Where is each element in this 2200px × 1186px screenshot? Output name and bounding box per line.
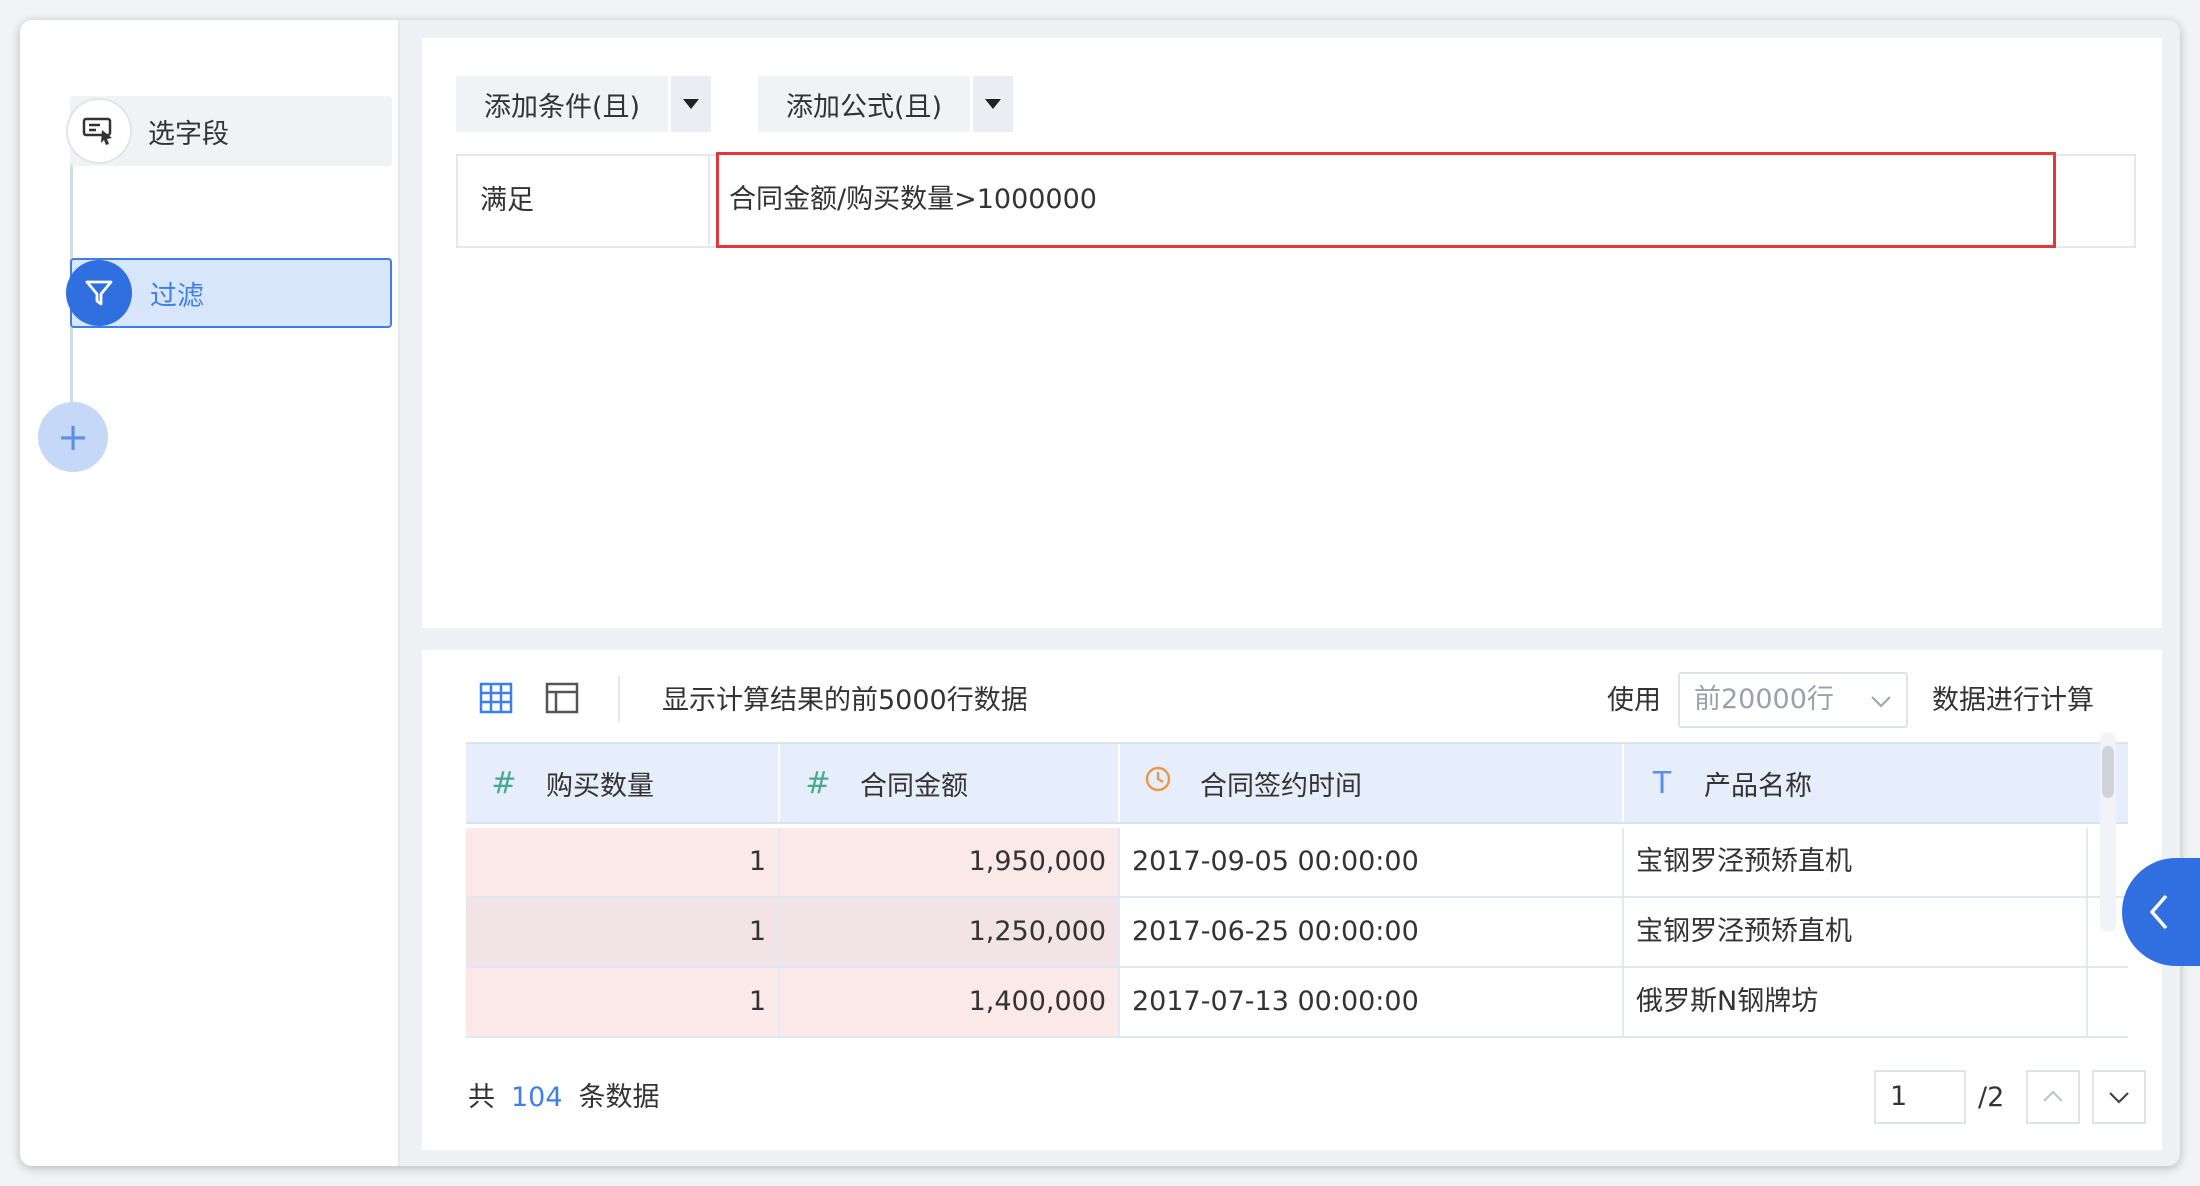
total-count: 104 — [511, 1082, 563, 1113]
cell-qty: 1 — [466, 968, 780, 1036]
cell-sign-time: 2017-07-13 00:00:00 — [1120, 968, 1624, 1036]
scroll-thumb[interactable] — [2102, 746, 2114, 798]
cell-amount: 1,250,000 — [780, 898, 1120, 966]
add-condition-button[interactable]: 添加条件(且) — [456, 76, 669, 132]
page-number-input[interactable]: 1 — [1874, 1070, 1966, 1124]
table-view-icon[interactable] — [478, 680, 518, 720]
column-header-amount[interactable]: # 合同金额 — [780, 744, 1120, 822]
add-formula-group: 添加公式(且) — [758, 76, 1014, 132]
formula-text: 合同金额/购买数量>1000000 — [729, 184, 1097, 215]
column-label: 合同签约时间 — [1200, 770, 1362, 802]
next-page-button[interactable] — [2092, 1070, 2146, 1124]
column-label: 购买数量 — [546, 770, 654, 802]
chevron-down-icon — [1871, 696, 1891, 708]
cell-sign-time: 2017-06-25 00:00:00 — [1120, 898, 1624, 966]
cell-product: 俄罗斯N钢牌坊 — [1624, 968, 2088, 1036]
table-row[interactable]: 1 1,250,000 2017-06-25 00:00:00 宝钢罗泾预矫直机 — [466, 898, 2128, 968]
toolbar-divider — [618, 676, 620, 722]
panel-view-icon[interactable] — [544, 680, 584, 720]
cell-qty: 1 — [466, 828, 780, 896]
add-condition-group: 添加条件(且) — [456, 76, 712, 132]
condition-row: 满足 合同金额/购买数量>1000000 — [456, 152, 2136, 248]
column-header-qty[interactable]: # 购买数量 — [466, 744, 780, 822]
table-scrollbar[interactable] — [2100, 732, 2116, 932]
app-window: 选字段 过滤 + 添加条件(且) 添加公式(且) 满足 合同金额/购买数量>10… — [20, 20, 2180, 1166]
number-type-icon: # — [805, 765, 831, 801]
cell-amount: 1,950,000 — [780, 828, 1120, 896]
step-label: 过滤 — [150, 280, 204, 312]
clock-icon — [1138, 765, 1178, 801]
step-label: 选字段 — [148, 118, 229, 150]
satisfy-label: 满足 — [480, 185, 534, 216]
preview-info-text: 显示计算结果的前5000行数据 — [662, 685, 1028, 716]
rows-select[interactable]: 前20000行 — [1678, 672, 1908, 728]
step-sidebar: 选字段 过滤 + — [20, 20, 400, 1166]
chevron-left-icon — [2149, 894, 2168, 930]
add-step-label: + — [57, 415, 89, 459]
data-table: # 购买数量 # 合同金额 合同签约时间 T 产品名称 1 1,950,000 … — [466, 742, 2128, 1038]
filter-icon — [66, 260, 132, 326]
chevron-up-icon — [2043, 1090, 2063, 1102]
field-select-icon — [66, 98, 132, 164]
table-body: 1 1,950,000 2017-09-05 00:00:00 宝钢罗泾预矫直机… — [466, 828, 2128, 1038]
table-header: # 购买数量 # 合同金额 合同签约时间 T 产品名称 — [466, 742, 2128, 824]
add-formula-dropdown[interactable] — [973, 76, 1014, 132]
plus-icon[interactable]: + — [38, 402, 108, 472]
table-row[interactable]: 1 1,950,000 2017-09-05 00:00:00 宝钢罗泾预矫直机 — [466, 828, 2128, 898]
caret-down-icon — [683, 99, 700, 109]
calc-label: 数据进行计算 — [1932, 685, 2094, 716]
column-header-sign-time[interactable]: 合同签约时间 — [1120, 744, 1624, 822]
total-prefix: 共 — [468, 1082, 495, 1113]
page-total: /2 — [1978, 1082, 2005, 1113]
divider — [708, 156, 710, 246]
total-count-text: 共 104 条数据 — [468, 1078, 660, 1118]
use-label: 使用 — [1607, 685, 1661, 716]
caret-down-icon — [985, 99, 1002, 109]
add-condition-dropdown[interactable] — [671, 76, 712, 132]
number-type-icon: # — [491, 765, 517, 801]
prev-page-button[interactable] — [2026, 1070, 2080, 1124]
cell-amount: 1,400,000 — [780, 968, 1120, 1036]
column-label: 合同金额 — [860, 770, 968, 802]
cell-qty: 1 — [466, 898, 780, 966]
rows-select-value: 前20000行 — [1694, 684, 1834, 715]
step-select-fields[interactable]: 选字段 — [66, 96, 392, 166]
chevron-down-icon — [2109, 1092, 2129, 1104]
total-suffix: 条数据 — [578, 1082, 660, 1113]
data-preview-panel: 显示计算结果的前5000行数据 使用 前20000行 数据进行计算 # 购买数量… — [422, 650, 2162, 1150]
cell-product: 宝钢罗泾预矫直机 — [1624, 828, 2088, 896]
table-row[interactable]: 1 1,400,000 2017-07-13 00:00:00 俄罗斯N钢牌坊 — [466, 968, 2128, 1038]
text-type-icon: T — [1652, 765, 1672, 801]
column-header-product[interactable]: T 产品名称 — [1624, 744, 2088, 822]
step-filter[interactable]: 过滤 — [66, 258, 392, 328]
cell-product: 宝钢罗泾预矫直机 — [1624, 898, 2088, 966]
cell-sign-time: 2017-09-05 00:00:00 — [1120, 828, 1624, 896]
formula-input[interactable]: 合同金额/购买数量>1000000 — [716, 152, 2056, 248]
filter-panel: 添加条件(且) 添加公式(且) 满足 合同金额/购买数量>1000000 — [422, 38, 2162, 628]
column-label: 产品名称 — [1704, 770, 1812, 802]
add-formula-button[interactable]: 添加公式(且) — [758, 76, 971, 132]
